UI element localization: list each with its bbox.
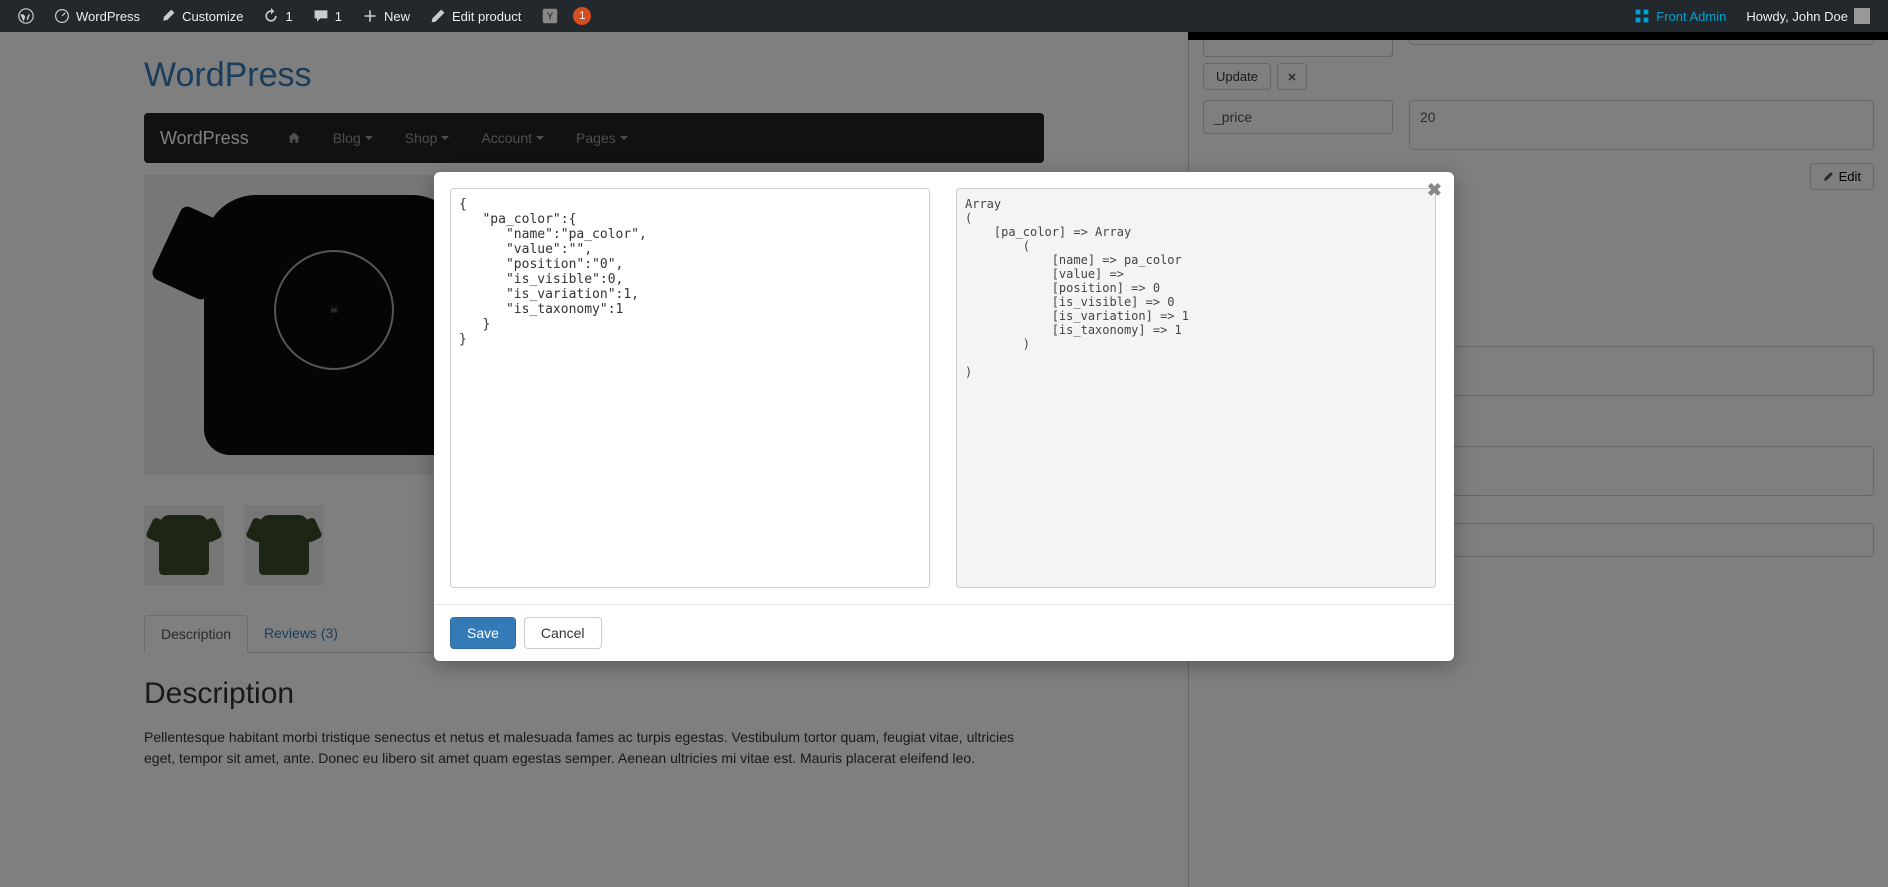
save-button[interactable]: Save [450, 617, 516, 649]
comment-icon [313, 8, 329, 24]
svg-text:Y: Y [547, 12, 554, 23]
array-preview-textarea [956, 188, 1436, 588]
site-name-link[interactable]: WordPress [44, 0, 150, 32]
edit-product-link[interactable]: Edit product [420, 0, 531, 32]
seo-icon: Y [541, 7, 559, 25]
update-icon [263, 8, 279, 24]
wordpress-icon [18, 8, 34, 24]
updates-count: 1 [285, 9, 292, 24]
new-link[interactable]: New [352, 0, 420, 32]
cancel-button[interactable]: Cancel [524, 617, 602, 649]
modal-close-button[interactable]: ✖ [1427, 180, 1442, 201]
json-editor-textarea[interactable] [450, 188, 930, 588]
dashboard-icon [54, 8, 70, 24]
howdy-label: Howdy, John Doe [1746, 9, 1848, 24]
customize-label: Customize [182, 9, 243, 24]
pencil-icon [430, 8, 446, 24]
new-label: New [384, 9, 410, 24]
modal-overlay: ✖ Save Cancel [0, 32, 1888, 887]
plus-icon [362, 8, 378, 24]
modal-footer: Save Cancel [434, 604, 1454, 661]
wp-admin-bar: WordPress Customize 1 1 New Edit product… [0, 0, 1888, 32]
comments-count: 1 [335, 9, 342, 24]
customize-link[interactable]: Customize [150, 0, 253, 32]
wp-logo[interactable] [8, 0, 44, 32]
comments-link[interactable]: 1 [303, 0, 352, 32]
notification-count: 1 [573, 7, 591, 25]
edit-product-label: Edit product [452, 9, 521, 24]
front-admin-label: Front Admin [1656, 9, 1726, 24]
avatar [1854, 8, 1870, 24]
brush-icon [160, 8, 176, 24]
front-admin-link[interactable]: Front Admin [1624, 0, 1736, 32]
edit-modal: ✖ Save Cancel [434, 172, 1454, 661]
grid-icon [1634, 8, 1650, 24]
seo-item[interactable]: Y [531, 0, 569, 32]
account-link[interactable]: Howdy, John Doe [1736, 0, 1880, 32]
updates-link[interactable]: 1 [253, 0, 302, 32]
notification-badge[interactable]: 1 [569, 0, 595, 32]
site-name-label: WordPress [76, 9, 140, 24]
